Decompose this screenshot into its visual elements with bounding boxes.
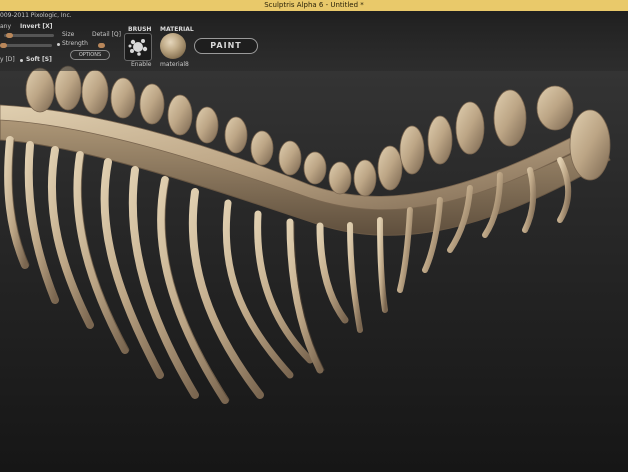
strength-label: Strength — [62, 40, 88, 47]
invert-label[interactable]: Invert [X] — [20, 23, 53, 30]
spine-model[interactable] — [0, 60, 628, 472]
copyright-text: 009-2011 Pixologic, Inc. — [0, 12, 72, 19]
soft-dot-icon — [20, 59, 23, 62]
strength-slider[interactable] — [0, 44, 52, 47]
toolbar: 009-2011 Pixologic, Inc. any Invert [X] … — [0, 11, 628, 71]
size-label: Size — [62, 31, 75, 38]
options-button-label: OPTIONS — [78, 52, 102, 58]
window-title: Sculptris Alpha 6 - Untitled * — [264, 1, 364, 9]
material-name: material8 — [160, 61, 189, 68]
soft-label[interactable]: Soft [S] — [26, 56, 52, 63]
strength-slider-knob[interactable] — [0, 43, 7, 48]
material-sphere-icon[interactable] — [160, 33, 186, 59]
title-bar: Sculptris Alpha 6 - Untitled * — [0, 0, 628, 11]
any-label: any — [0, 23, 12, 30]
options-button[interactable]: OPTIONS — [70, 50, 110, 60]
paint-button-label: PAINT — [210, 41, 242, 50]
detail-slider-knob[interactable] — [98, 43, 105, 48]
brush-header: BRUSH — [128, 26, 152, 33]
size-slider-knob[interactable] — [6, 33, 13, 38]
strength-dot-icon — [57, 43, 60, 46]
material-header: MATERIAL — [160, 26, 194, 33]
detail-label[interactable]: Detail [Q] — [92, 31, 121, 38]
paint-button[interactable]: PAINT — [194, 38, 258, 54]
lazy-label[interactable]: y [D] — [0, 56, 15, 63]
brush-enable-label[interactable]: Enable — [131, 61, 151, 68]
brush-icon[interactable] — [124, 33, 152, 61]
